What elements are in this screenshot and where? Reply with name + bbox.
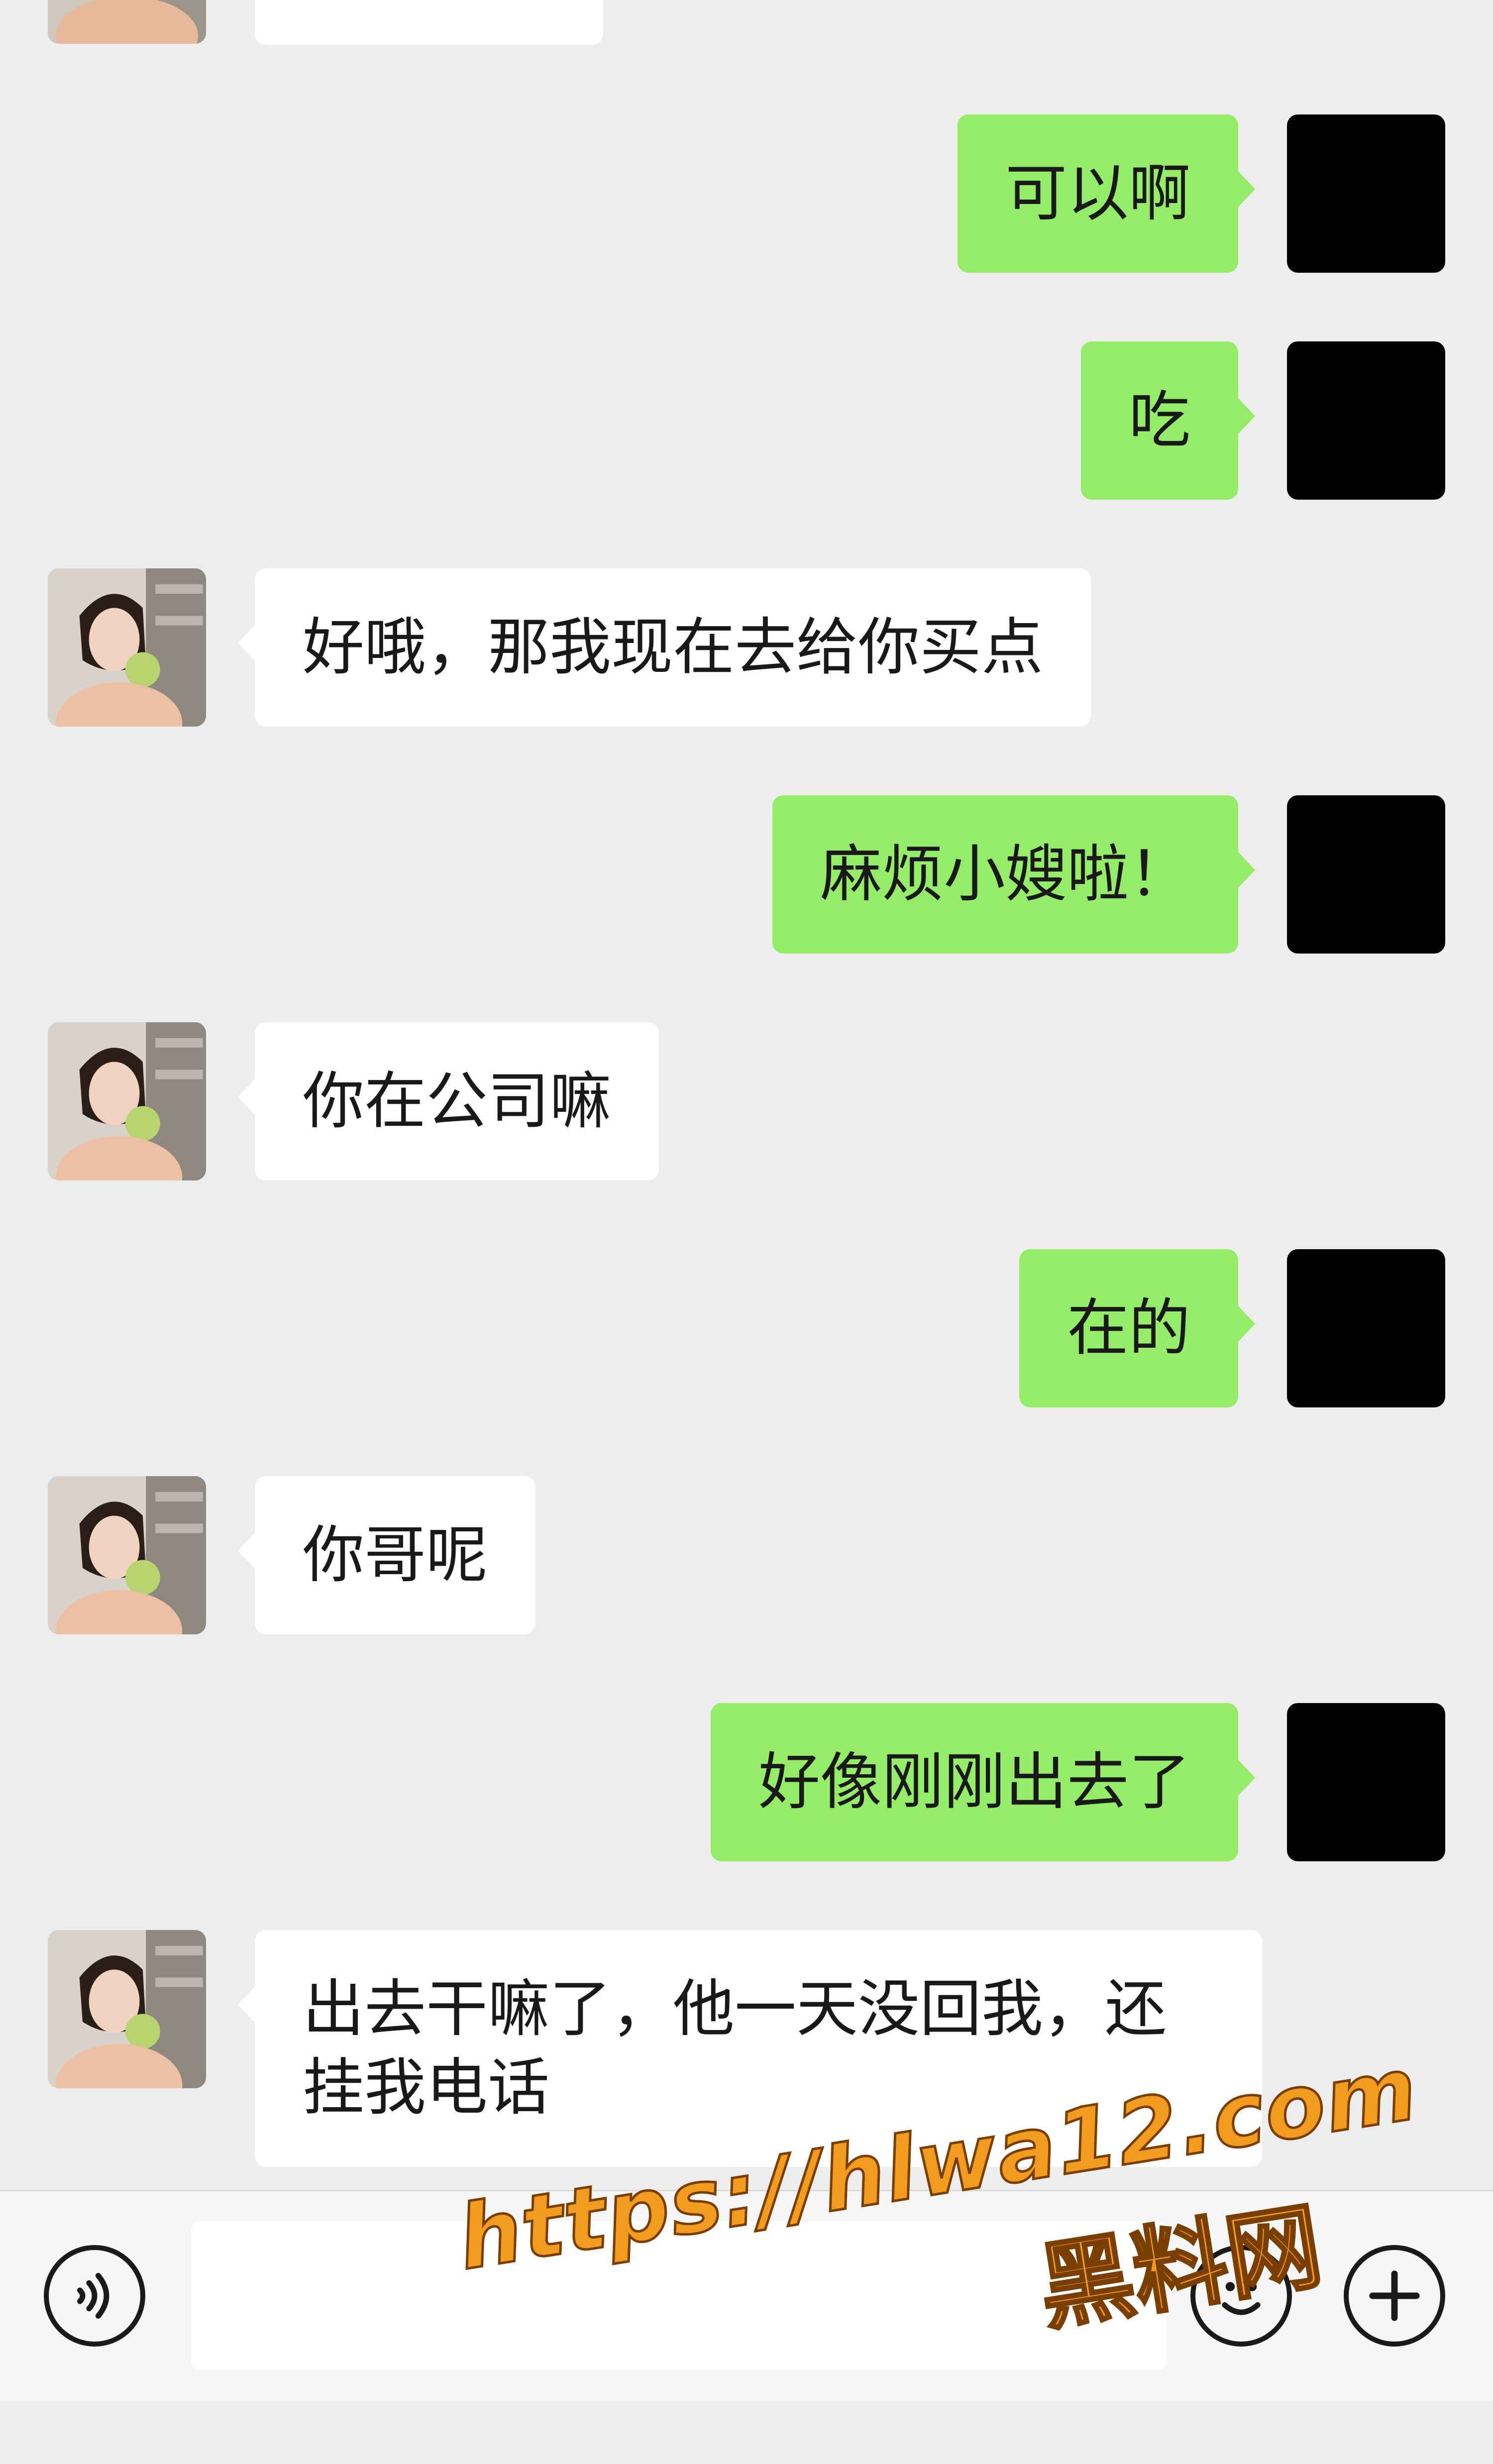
received-message-bubble[interactable]: 好哦，那我现在去给你买点 (237, 568, 1091, 727)
received-message-bubble[interactable]: 你哥呢 (237, 1476, 536, 1634)
message-input[interactable] (191, 2221, 1167, 2370)
own-avatar[interactable] (1287, 114, 1445, 273)
contact-avatar-image (48, 568, 206, 727)
received-message-bubble[interactable]: 出去干嘛了，他一天没回我，还挂我电话 (238, 1930, 1262, 2167)
own-avatar[interactable] (1287, 1249, 1445, 1407)
voice-input-button[interactable] (44, 2245, 145, 2347)
contact-avatar[interactable] (48, 568, 206, 727)
own-avatar[interactable] (1287, 341, 1445, 500)
contact-avatar[interactable] (48, 1930, 206, 2088)
sent-message-bubble[interactable]: 在的 (1019, 1249, 1256, 1407)
more-actions-button[interactable] (1344, 2245, 1445, 2347)
received-message-bubble[interactable]: 你在公司嘛 (237, 1022, 659, 1180)
contact-avatar[interactable] (48, 1476, 206, 1634)
own-avatar[interactable] (1287, 1703, 1445, 1861)
sent-message-bubble[interactable]: 麻烦小嫂啦！ (772, 795, 1256, 954)
contact-avatar-image (48, 0, 206, 44)
plus-icon (1369, 2270, 1420, 2321)
emoji-icon (1222, 2282, 1261, 2315)
voice-icon (77, 2273, 109, 2319)
own-avatar[interactable] (1287, 795, 1445, 954)
contact-avatar-image (48, 1022, 206, 1180)
sent-message-bubble[interactable]: 吃 (1080, 341, 1256, 500)
message-bubble-partial[interactable] (255, 0, 603, 45)
chat-input-bar (0, 2190, 1493, 2401)
sent-message-bubble[interactable]: 好像刚刚出去了 (710, 1703, 1256, 1861)
sent-message-bubble[interactable]: 可以啊 (957, 114, 1256, 273)
contact-avatar-image (48, 1476, 206, 1634)
emoji-button[interactable] (1190, 2245, 1292, 2347)
chat-message-list[interactable]: 可以啊 吃 好哦，那我现在去给你买点 麻烦小嫂啦！ 你在公司嘛 在的 你哥呢 好… (0, 0, 1493, 2190)
contact-avatar-image (48, 1930, 206, 2088)
contact-avatar[interactable] (48, 0, 206, 44)
contact-avatar[interactable] (48, 1022, 206, 1180)
